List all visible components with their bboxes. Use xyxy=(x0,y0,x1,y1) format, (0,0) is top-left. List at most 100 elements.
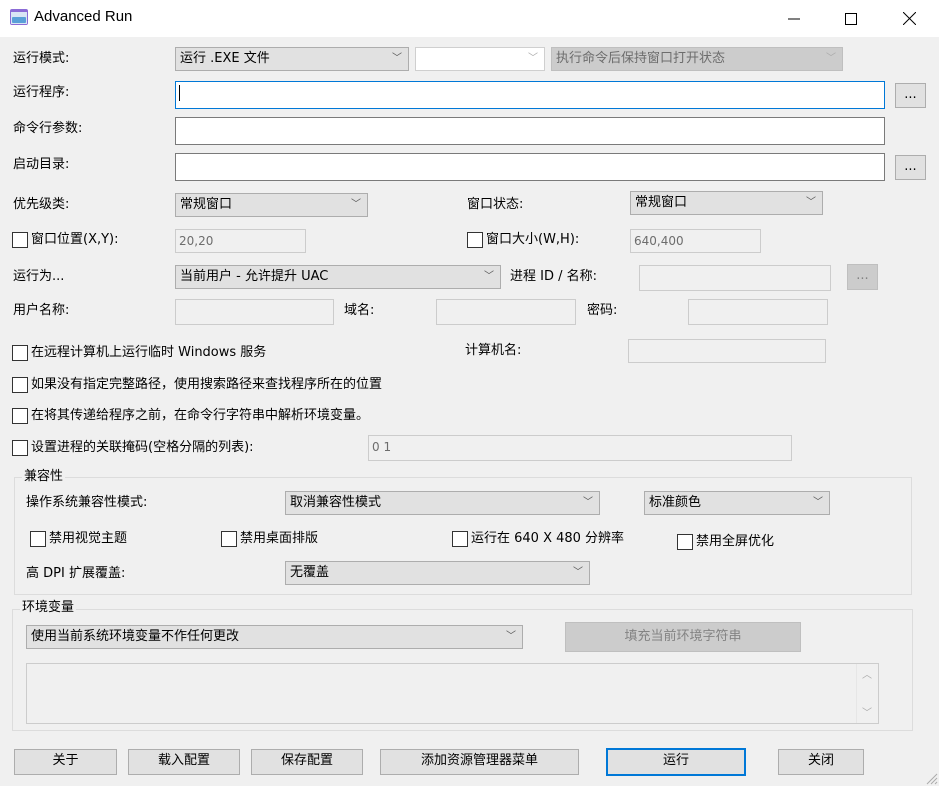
chevron-down-icon: ﹀ xyxy=(484,271,494,282)
maximize-button[interactable] xyxy=(822,0,880,37)
program-input[interactable] xyxy=(175,81,885,109)
color-select[interactable]: 标准颜色 ﹀ xyxy=(644,491,830,515)
chevron-down-icon: ﹀ xyxy=(392,53,402,64)
dpi-label: 高 DPI 扩展覆盖: xyxy=(26,566,126,581)
cmdline-input[interactable] xyxy=(175,117,885,145)
run-as-value: 当前用户 - 允许提升 UAC xyxy=(180,269,329,284)
domain-label: 域名: xyxy=(344,303,375,318)
scroll-down-icon[interactable]: ﹀ xyxy=(862,704,872,719)
window-pos-label: 窗口位置(X,Y): xyxy=(31,232,119,247)
run-mode-secondary-select[interactable]: ﹀ xyxy=(415,47,545,71)
minimize-button[interactable] xyxy=(765,0,823,37)
start-dir-input[interactable] xyxy=(175,153,885,181)
env-group-title: 环境变量 xyxy=(20,599,77,617)
run-as-label: 运行为... xyxy=(13,269,65,284)
domain-input[interactable] xyxy=(436,299,576,325)
chevron-down-icon: ﹀ xyxy=(806,197,816,208)
process-input[interactable] xyxy=(639,265,831,291)
dpi-value: 无覆盖 xyxy=(290,565,330,580)
env-mode-select[interactable]: 使用当前系统环境变量不作任何更改 ﹀ xyxy=(26,625,523,649)
computer-name-input[interactable] xyxy=(628,339,826,363)
chevron-down-icon: ﹀ xyxy=(573,567,583,578)
start-dir-browse-button[interactable]: ... xyxy=(895,155,926,180)
os-compat-select[interactable]: 取消兼容性模式 ﹀ xyxy=(285,491,600,515)
window-state-value: 常规窗口 xyxy=(635,195,688,210)
window-size-input[interactable]: 640,400 xyxy=(630,229,761,253)
window-state-select[interactable]: 常规窗口 ﹀ xyxy=(630,191,823,215)
run-640x480-label: 运行在 640 X 480 分辨率 xyxy=(471,531,625,546)
os-compat-label: 操作系统兼容性模式: xyxy=(26,495,148,510)
close-window-button[interactable] xyxy=(880,0,938,37)
run-mode-value: 运行 .EXE 文件 xyxy=(180,51,270,66)
about-button[interactable]: 关于 xyxy=(14,749,117,775)
program-browse-button[interactable]: ... xyxy=(895,83,926,108)
add-explorer-menu-button[interactable]: 添加资源管理器菜单 xyxy=(380,749,579,775)
priority-select[interactable]: 常规窗口 ﹀ xyxy=(175,193,368,217)
dpi-select[interactable]: 无覆盖 ﹀ xyxy=(285,561,590,585)
username-input[interactable] xyxy=(175,299,334,325)
process-label: 进程 ID / 名称: xyxy=(510,269,598,284)
search-path-label: 如果没有指定完整路径，使用搜索路径来查找程序所在的位置 xyxy=(31,377,383,392)
keep-window-value: 执行命令后保持窗口打开状态 xyxy=(556,51,726,66)
disable-themes-label: 禁用视觉主题 xyxy=(49,531,128,546)
chevron-down-icon: ﹀ xyxy=(813,497,823,508)
parse-env-checkbox[interactable] xyxy=(12,408,28,424)
password-label: 密码: xyxy=(587,303,618,318)
cmdline-label: 命令行参数: xyxy=(13,121,83,136)
window-pos-input[interactable]: 20,20 xyxy=(175,229,306,253)
load-config-button[interactable]: 载入配置 xyxy=(128,749,240,775)
disable-themes-checkbox[interactable] xyxy=(30,531,46,547)
color-value: 标准颜色 xyxy=(649,495,702,510)
remote-service-checkbox[interactable] xyxy=(12,345,28,361)
close-icon xyxy=(902,12,916,25)
affinity-input[interactable]: 0 1 xyxy=(368,435,792,461)
os-compat-value: 取消兼容性模式 xyxy=(290,495,382,510)
process-browse-button[interactable]: ... xyxy=(847,264,878,290)
run-mode-label: 运行模式: xyxy=(13,51,70,66)
start-dir-label: 启动目录: xyxy=(13,157,70,172)
search-path-checkbox[interactable] xyxy=(12,377,28,393)
env-mode-value: 使用当前系统环境变量不作任何更改 xyxy=(31,629,240,644)
disable-fullscreen-opt-label: 禁用全屏优化 xyxy=(696,534,775,549)
run-mode-select[interactable]: 运行 .EXE 文件 ﹀ xyxy=(175,47,409,71)
computer-name-label: 计算机名: xyxy=(465,343,522,358)
program-label: 运行程序: xyxy=(13,85,70,100)
minimize-icon xyxy=(788,18,800,19)
disable-composition-checkbox[interactable] xyxy=(221,531,237,547)
window-size-checkbox[interactable] xyxy=(467,232,483,248)
fill-env-button[interactable]: 填充当前环境字符串 xyxy=(565,622,801,652)
disable-fullscreen-opt-checkbox[interactable] xyxy=(677,534,693,550)
priority-value: 常规窗口 xyxy=(180,197,233,212)
save-config-button[interactable]: 保存配置 xyxy=(251,749,363,775)
chevron-down-icon: ﹀ xyxy=(826,53,836,64)
window-pos-checkbox[interactable] xyxy=(12,232,28,248)
close-button[interactable]: 关闭 xyxy=(778,749,864,775)
env-textarea[interactable] xyxy=(26,663,879,724)
window-title: Advanced Run xyxy=(34,8,133,25)
remote-service-label: 在远程计算机上运行临时 Windows 服务 xyxy=(31,345,267,360)
keep-window-select[interactable]: 执行命令后保持窗口打开状态 ﹀ xyxy=(551,47,843,71)
disable-composition-label: 禁用桌面排版 xyxy=(240,531,319,546)
affinity-checkbox[interactable] xyxy=(12,440,28,456)
run-as-select[interactable]: 当前用户 - 允许提升 UAC ﹀ xyxy=(175,265,501,289)
parse-env-label: 在将其传递给程序之前，在命令行字符串中解析环境变量。 xyxy=(31,408,370,423)
run-button[interactable]: 运行 xyxy=(606,748,746,776)
chevron-down-icon: ﹀ xyxy=(506,631,516,642)
chevron-down-icon: ﹀ xyxy=(351,199,361,210)
app-icon xyxy=(10,9,28,25)
scroll-up-icon[interactable]: ︿ xyxy=(862,666,872,681)
chevron-down-icon: ﹀ xyxy=(583,497,593,508)
affinity-label: 设置进程的关联掩码(空格分隔的列表): xyxy=(31,440,254,455)
resize-grip-icon[interactable] xyxy=(925,772,938,785)
env-scrollbar[interactable]: ︿ ﹀ xyxy=(856,664,878,723)
window-size-label: 窗口大小(W,H): xyxy=(486,232,580,247)
text-caret xyxy=(179,85,180,101)
run-640x480-checkbox[interactable] xyxy=(452,531,468,547)
window-state-label: 窗口状态: xyxy=(467,197,524,212)
chevron-down-icon: ﹀ xyxy=(528,53,538,64)
maximize-icon xyxy=(845,12,857,25)
username-label: 用户名称: xyxy=(13,303,70,318)
compat-group-title: 兼容性 xyxy=(22,468,66,486)
priority-label: 优先级类: xyxy=(13,197,70,212)
password-input[interactable] xyxy=(688,299,828,325)
